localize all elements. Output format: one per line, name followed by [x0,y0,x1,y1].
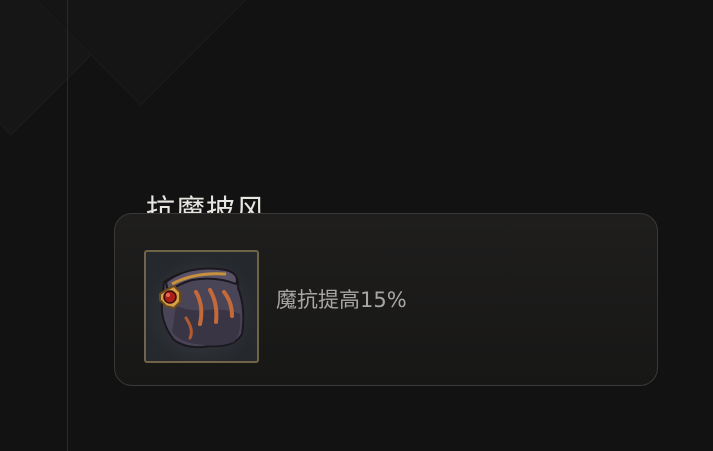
item-icon-frame [144,250,259,363]
item-description: 魔抗提高15% [276,288,407,312]
vertical-divider [67,0,68,451]
item-card[interactable]: 魔抗提高15% [114,213,658,386]
magic-resist-cloak-icon [159,267,245,349]
